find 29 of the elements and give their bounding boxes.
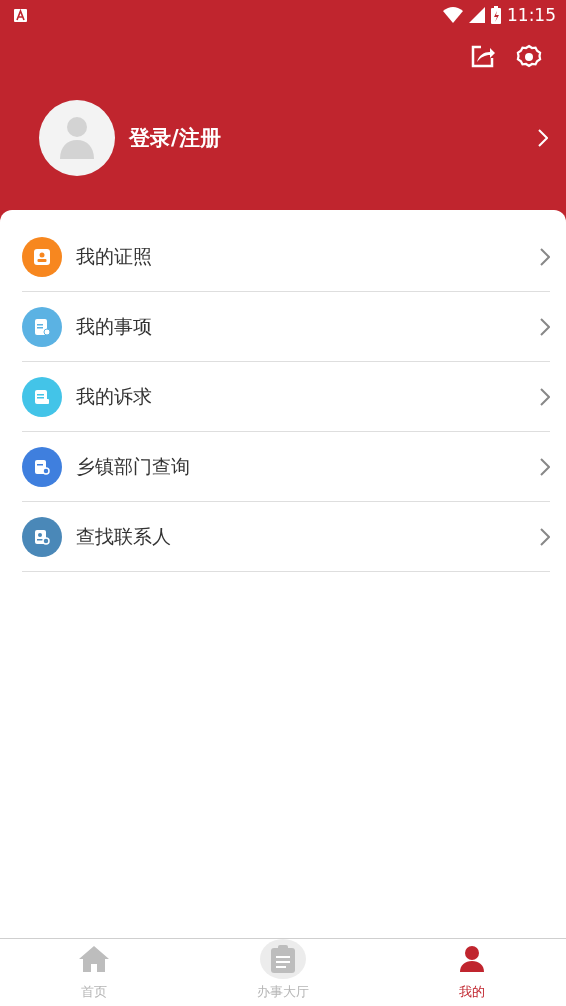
signal-icon — [469, 7, 485, 23]
nav-tab[interactable]: 我的 — [377, 939, 566, 1006]
status-time: 11:15 — [507, 5, 556, 25]
chevron-icon — [540, 247, 550, 266]
person-icon — [458, 945, 485, 973]
chevron-icon — [538, 129, 548, 147]
chevron-icon — [540, 387, 550, 406]
clipboard-icon — [33, 316, 51, 337]
document-search-icon — [33, 457, 51, 476]
login-link[interactable]: 登录/注册 — [129, 124, 538, 152]
share-icon[interactable] — [471, 44, 496, 68]
wifi-icon — [443, 7, 463, 23]
document-icon — [33, 387, 51, 406]
clipboard-icon — [270, 944, 296, 974]
person-icon — [59, 116, 95, 160]
chevron-icon — [540, 457, 550, 476]
settings-icon[interactable] — [516, 44, 542, 70]
menu-item[interactable]: 我的诉求 — [76, 383, 540, 410]
home-icon — [78, 945, 111, 973]
menu-item[interactable]: 查找联系人 — [76, 523, 540, 550]
menu-item[interactable]: 乡镇部门查询 — [76, 453, 540, 480]
app-notification-icon — [14, 8, 27, 22]
chevron-icon — [540, 527, 550, 546]
menu-item[interactable]: 我的证照 — [76, 243, 540, 270]
contact-card-icon — [33, 527, 51, 546]
id-card-icon — [33, 247, 51, 266]
chevron-icon — [540, 317, 550, 336]
battery-icon — [491, 6, 501, 24]
menu-item[interactable]: 我的事项 — [76, 313, 540, 340]
